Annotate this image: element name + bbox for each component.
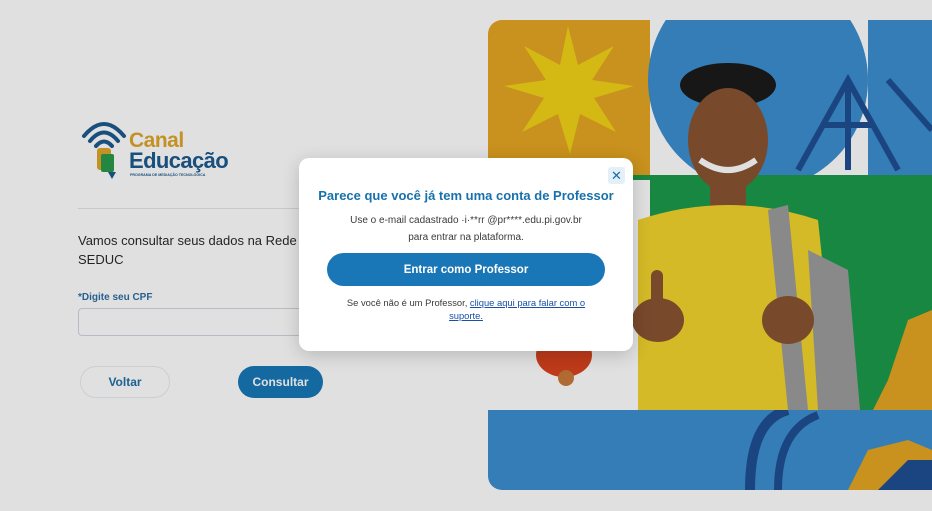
modal-title: Parece que você já tem uma conta de Prof… <box>318 188 614 203</box>
enter-as-professor-button[interactable]: Entrar como Professor <box>327 253 605 286</box>
modal-footer: Se você não é um Professor, clique aqui … <box>329 296 603 322</box>
professor-account-modal: ✕ Parece que você já tem uma conta de Pr… <box>299 158 633 351</box>
modal-instruction-text: para entrar na plataforma. <box>408 232 524 243</box>
support-link[interactable]: clique aqui para falar com o suporte. <box>449 297 585 321</box>
close-icon[interactable]: ✕ <box>608 167 625 184</box>
modal-email-text: Use o e-mail cadastrado ·i·**rr @pr****.… <box>350 215 582 226</box>
modal-footer-text: Se você não é um Professor, <box>346 297 470 308</box>
